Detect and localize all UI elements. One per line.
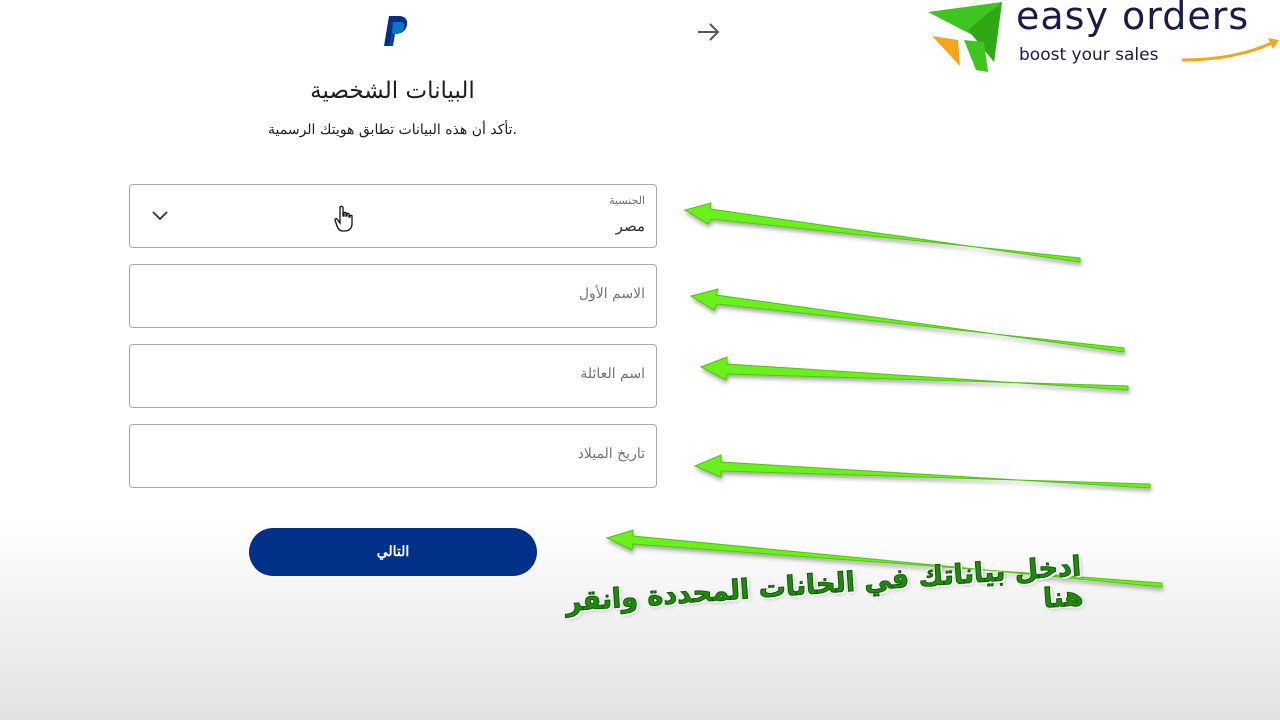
hand-cursor-icon bbox=[334, 205, 353, 232]
paypal-logo bbox=[384, 16, 408, 46]
page-subtitle: تأكد أن هذه البيانات تطابق هويتك الرسمية… bbox=[268, 122, 517, 138]
nationality-select[interactable]: الجنسية مصر bbox=[129, 184, 657, 248]
arrow-to-last-name bbox=[699, 356, 1129, 391]
nationality-label: الجنسية bbox=[609, 194, 645, 207]
nationality-value: مصر bbox=[615, 217, 645, 235]
chevron-down-icon[interactable] bbox=[150, 209, 170, 223]
last-name-field[interactable]: اسم العائلة bbox=[129, 344, 657, 408]
arrow-to-nationality bbox=[683, 202, 1081, 263]
birthdate-field[interactable]: تاريخ الميلاد bbox=[129, 424, 657, 488]
instruction-text: ادخل بياناتك في الخانات المحددة وانقر هن… bbox=[564, 551, 1085, 619]
first-name-placeholder: الاسم الأول bbox=[578, 286, 645, 302]
brand-name: easy orders bbox=[1016, 0, 1250, 38]
arrow-to-birthdate bbox=[693, 454, 1151, 489]
last-name-placeholder: اسم العائلة bbox=[580, 366, 645, 382]
brand-logo: easy orders boost your sales bbox=[924, 0, 1280, 76]
easy-orders-logo-icon bbox=[928, 2, 1002, 72]
brand-tagline: boost your sales bbox=[1019, 45, 1159, 65]
arrow-to-first-name bbox=[689, 288, 1125, 353]
arrow-right-icon[interactable] bbox=[694, 20, 722, 44]
page-title: البيانات الشخصية bbox=[310, 78, 475, 104]
birthdate-placeholder: تاريخ الميلاد bbox=[577, 446, 645, 462]
next-button[interactable]: التالي bbox=[249, 528, 537, 576]
first-name-field[interactable]: الاسم الأول bbox=[129, 264, 657, 328]
